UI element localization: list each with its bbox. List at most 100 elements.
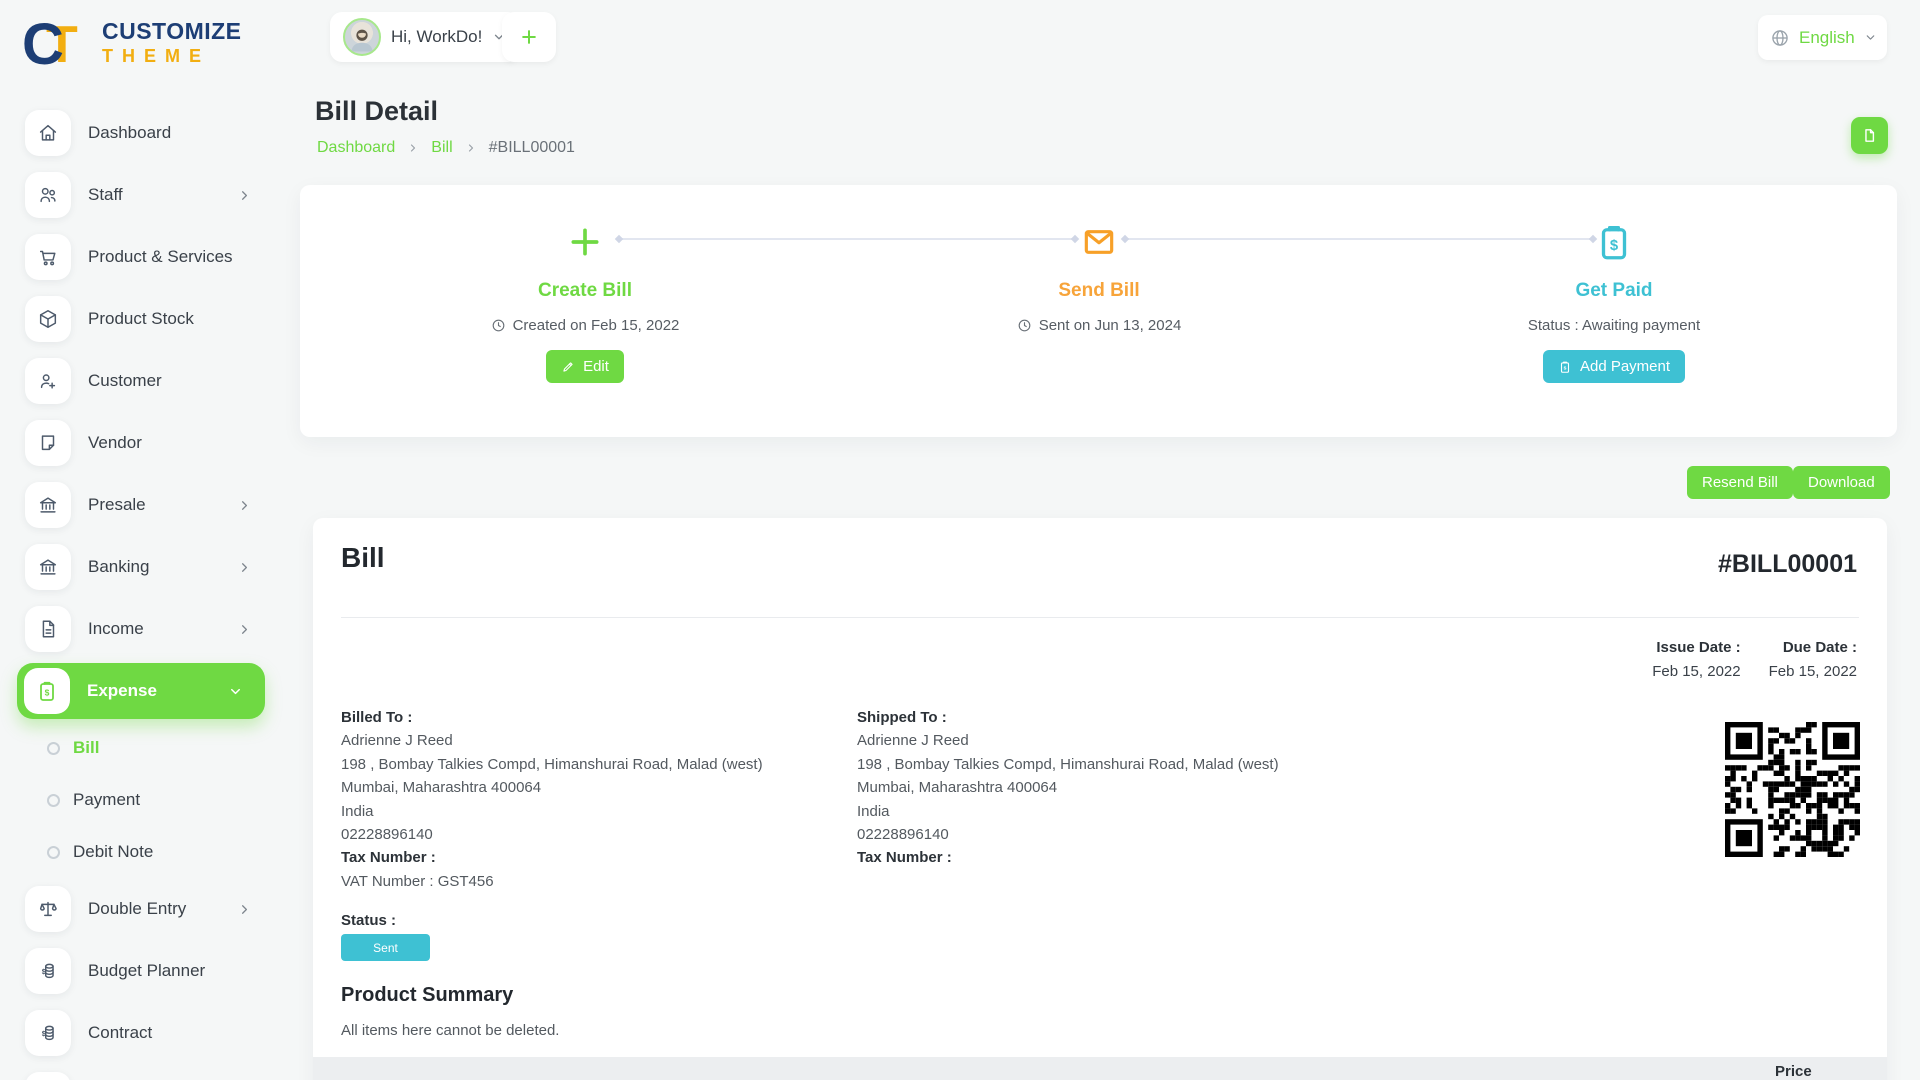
user-plus-icon xyxy=(25,358,71,404)
sidebar-item-double-entry[interactable]: Double Entry xyxy=(0,878,282,940)
add-payment-button[interactable]: $ Add Payment xyxy=(1543,350,1685,383)
svg-text:$: $ xyxy=(1610,238,1619,254)
hidden-icon xyxy=(25,1072,71,1080)
issue-date-value: Feb 15, 2022 xyxy=(1652,663,1740,680)
sidebar-item-label: Product & Services xyxy=(88,247,233,267)
sidebar-item-label: Banking xyxy=(88,557,149,577)
breadcrumb-bill[interactable]: Bill xyxy=(431,139,452,157)
bill-dates: Issue Date : Feb 15, 2022 Due Date : Feb… xyxy=(1652,636,1857,684)
chevron-right-icon xyxy=(237,498,252,513)
sidebar-item-contract[interactable]: $ Contract xyxy=(0,1002,282,1064)
edit-bill-button[interactable]: Edit xyxy=(546,350,624,383)
coins-icon: $ xyxy=(25,948,71,994)
step-detail-text: Status : Awaiting payment xyxy=(1528,317,1700,334)
coins-icon: $ xyxy=(25,1010,71,1056)
clipboard-icon: $ xyxy=(1558,360,1572,374)
sidebar-item-label: Customer xyxy=(88,371,162,391)
sidebar-item-label: Income xyxy=(88,619,144,639)
product-table-header: Price xyxy=(313,1057,1887,1080)
sidebar-subitem-bill[interactable]: Bill xyxy=(0,722,282,774)
qr-code xyxy=(1725,722,1860,857)
scales-icon xyxy=(25,886,71,932)
chevron-right-icon xyxy=(237,560,252,575)
sidebar-item-budget-planner[interactable]: $ Budget Planner xyxy=(0,940,282,1002)
clock-icon xyxy=(1017,318,1032,333)
user-greeting: Hi, WorkDo! xyxy=(391,27,482,47)
clipboard-dollar-icon: $ xyxy=(24,668,70,714)
language-label: English xyxy=(1799,28,1855,48)
sidebar-item-banking[interactable]: Banking xyxy=(0,536,282,598)
product-summary-note: All items here cannot be deleted. xyxy=(341,1022,559,1039)
step-detail-text: Created on Feb 15, 2022 xyxy=(513,317,680,334)
globe-icon xyxy=(1770,28,1790,48)
sidebar-item-staff[interactable]: Staff xyxy=(0,164,282,226)
language-selector[interactable]: English xyxy=(1758,15,1887,60)
sidebar-subitem-label: Payment xyxy=(73,790,140,810)
home-icon xyxy=(25,110,71,156)
ring-icon xyxy=(47,846,60,859)
price-column-header: Price xyxy=(1775,1063,1812,1080)
sidebar-item-label: Vendor xyxy=(88,433,142,453)
step-title: Send Bill xyxy=(1058,280,1139,302)
bill-number: #BILL00001 xyxy=(1718,550,1857,579)
brand-logo[interactable]: T C CUSTOMIZE THEME xyxy=(22,10,242,74)
document-icon xyxy=(1861,127,1878,144)
svg-text:$: $ xyxy=(42,1029,46,1038)
user-menu[interactable]: Hi, WorkDo! xyxy=(330,12,519,62)
sidebar-item-product-stock[interactable]: Product Stock xyxy=(0,288,282,350)
breadcrumb-current: #BILL00001 xyxy=(489,139,575,157)
sidebar-item-dashboard[interactable]: Dashboard xyxy=(0,102,282,164)
sidebar-subitem-label: Debit Note xyxy=(73,842,153,862)
sidebar-item-presale[interactable]: Presale xyxy=(0,474,282,536)
chevron-right-icon xyxy=(237,188,252,203)
shipped-to-block: Shipped To : Adrienne J Reed 198 , Bomba… xyxy=(857,706,1279,870)
chevron-down-icon xyxy=(228,684,243,699)
due-date: Due Date : Feb 15, 2022 xyxy=(1769,636,1857,684)
sidebar-subitem-debit-note[interactable]: Debit Note xyxy=(0,826,282,878)
avatar xyxy=(343,18,381,56)
bill-heading: Bill xyxy=(341,542,385,574)
download-button[interactable]: Download xyxy=(1793,466,1890,499)
sidebar-item-label: Budget Planner xyxy=(88,961,205,981)
sidebar-item-income[interactable]: Income xyxy=(0,598,282,660)
sidebar-menu: Dashboard Staff Product & Services Produ… xyxy=(0,102,282,1080)
bank-icon xyxy=(25,482,71,528)
cube-icon xyxy=(25,296,71,342)
sidebar-item-label: Staff xyxy=(88,185,123,205)
sidebar-item-label: Presale xyxy=(88,495,146,515)
workflow-step-get-paid: $ Get Paid Status : Awaiting payment $ A… xyxy=(1454,185,1774,383)
workflow-step-send-bill: Send Bill Sent on Jun 13, 2024 xyxy=(939,185,1259,334)
sidebar-subitem-payment[interactable]: Payment xyxy=(0,774,282,826)
step-title: Create Bill xyxy=(538,280,632,302)
sidebar-item-expense[interactable]: $ Expense xyxy=(17,663,265,719)
chevron-right-icon xyxy=(237,902,252,917)
chevron-right-icon xyxy=(465,142,477,154)
product-summary-title: Product Summary xyxy=(341,984,513,1007)
issue-date: Issue Date : Feb 15, 2022 xyxy=(1652,636,1740,684)
sidebar: T C CUSTOMIZE THEME Dashboard Staff Pr xyxy=(0,0,282,1080)
sidebar-item-label: Product Stock xyxy=(88,309,194,329)
breadcrumb-dashboard[interactable]: Dashboard xyxy=(317,139,395,157)
billed-to-label: Billed To : xyxy=(341,709,412,726)
ct-logo-icon: T C xyxy=(22,10,98,74)
envelope-icon xyxy=(1080,219,1118,265)
sidebar-item-product-services[interactable]: Product & Services xyxy=(0,226,282,288)
add-button[interactable] xyxy=(502,12,556,62)
issue-date-label: Issue Date : xyxy=(1656,639,1740,656)
sidebar-item-label: Expense xyxy=(87,681,157,701)
sidebar-item-label: Contract xyxy=(88,1023,152,1043)
chevron-right-icon xyxy=(407,142,419,154)
sidebar-item-vendor[interactable]: Vendor xyxy=(0,412,282,474)
sidebar-item-customer[interactable]: Customer xyxy=(0,350,282,412)
chevron-down-icon xyxy=(1864,31,1877,44)
sidebar-item-partial[interactable] xyxy=(0,1064,282,1080)
resend-bill-button[interactable]: Resend Bill xyxy=(1687,466,1793,499)
bill-detail-card: Bill #BILL00001 Issue Date : Feb 15, 202… xyxy=(313,518,1887,1080)
export-bill-button[interactable] xyxy=(1851,117,1888,154)
page-title: Bill Detail xyxy=(315,96,438,127)
shipped-to-label: Shipped To : xyxy=(857,709,947,726)
brand-name-line2: THEME xyxy=(102,46,242,67)
step-title: Get Paid xyxy=(1575,280,1652,302)
sidebar-subitem-label: Bill xyxy=(73,738,99,758)
svg-text:C: C xyxy=(22,12,64,74)
